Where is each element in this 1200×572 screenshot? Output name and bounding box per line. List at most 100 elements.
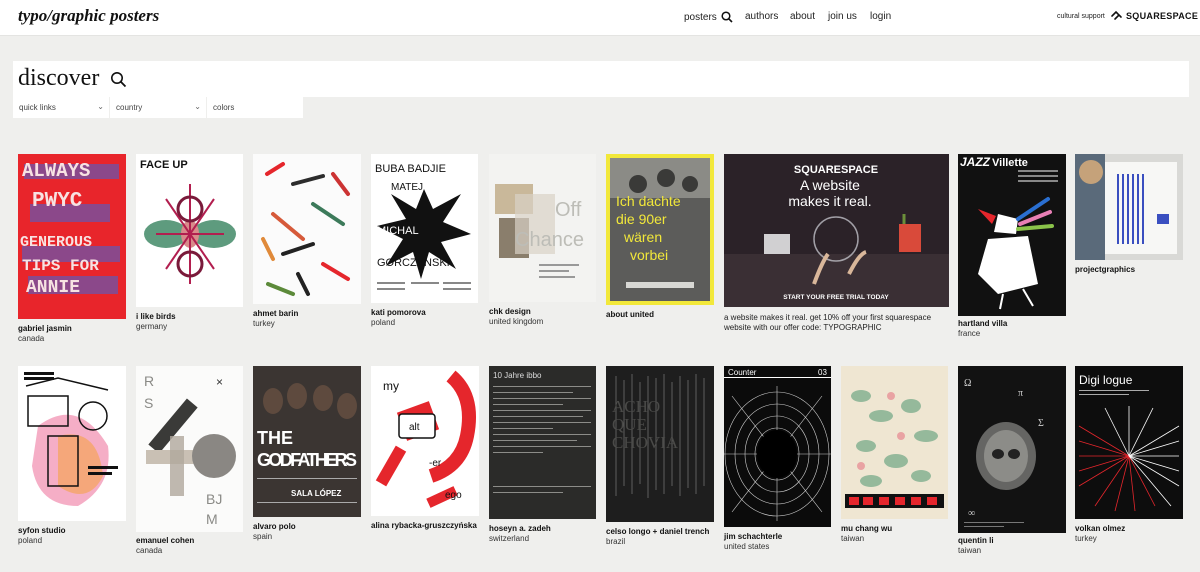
poster-author[interactable]: alina rybacka-gruszczyńska (371, 521, 477, 530)
poster-text: -er (429, 458, 442, 469)
poster-image[interactable] (841, 366, 948, 519)
nav-about[interactable]: about (790, 11, 815, 22)
poster-author[interactable]: i like birds (136, 312, 176, 321)
poster-text: CHOVIA (612, 433, 679, 452)
poster-author[interactable]: chk design (489, 307, 531, 316)
country-label: country (116, 103, 143, 112)
poster-image[interactable]: my alt -er ego (371, 366, 479, 516)
ad-brand: SQUARESPACE (794, 164, 878, 176)
poster-author[interactable]: volkan olmez (1075, 524, 1125, 533)
svg-text:Σ: Σ (1038, 418, 1044, 429)
poster-author[interactable]: ahmet barin (253, 309, 298, 318)
country-dropdown[interactable]: country ⌄ (110, 97, 206, 118)
ad-offer-text[interactable]: a website makes it real. get 10% off you… (724, 313, 954, 333)
poster-image[interactable]: R S BJ M × (136, 366, 243, 532)
poster-artwork: FACE UP (136, 154, 243, 307)
poster-image[interactable]: BUBA BADJIE MATEJ MICHAL GORCZYNSKI (371, 154, 478, 303)
poster-image[interactable] (18, 366, 126, 521)
poster-author[interactable]: kati pomorova (371, 308, 426, 317)
poster-artwork: Off Chance (489, 154, 596, 302)
poster-artwork: THE GODFATHERS SALA LÓPEZ (253, 366, 361, 517)
poster-text: Digi logue (1079, 373, 1133, 387)
nav-join-us[interactable]: join us (828, 11, 857, 22)
poster-author[interactable]: mu chang wu (841, 524, 892, 533)
poster-author[interactable]: about united (606, 310, 654, 319)
poster-country: france (958, 329, 981, 338)
poster-text: my (383, 379, 399, 393)
colors-dropdown[interactable]: colors (207, 97, 303, 118)
poster-author[interactable]: jim schachterle (724, 532, 782, 541)
poster-image[interactable]: Off Chance (489, 154, 596, 302)
poster-country: united kingdom (489, 317, 544, 326)
ad-cta: START YOUR FREE TRIAL TODAY (783, 294, 889, 301)
poster-author[interactable]: hartland villa (958, 319, 1007, 328)
poster-author[interactable]: projectgraphics (1075, 265, 1135, 274)
poster-author[interactable]: alvaro polo (253, 522, 296, 531)
poster-artwork (1075, 154, 1183, 260)
poster-text: SALA LÓPEZ (291, 489, 341, 498)
poster-image[interactable]: Digi logue (1075, 366, 1183, 519)
ad-artwork: SQUARESPACE A website makes it real. STA… (724, 154, 949, 307)
poster-image[interactable]: Ω Σπ ∞ (958, 366, 1066, 533)
nav-posters[interactable]: posters (684, 11, 733, 23)
poster-country: brazil (606, 537, 626, 546)
svg-text:Ω: Ω (964, 378, 971, 389)
poster-author[interactable]: hoseyn a. zadeh (489, 524, 551, 533)
poster-text: R (144, 373, 154, 389)
poster-image[interactable]: ACHO QUE CHOVIA (606, 366, 714, 522)
poster-artwork: 10 Jahre ibbo (489, 366, 596, 519)
poster-country: turkey (1075, 534, 1097, 543)
poster-artwork (841, 366, 948, 519)
poster-author[interactable]: quentin li (958, 536, 994, 545)
poster-artwork: Ω Σπ ∞ (958, 366, 1066, 533)
search-icon[interactable] (110, 71, 127, 88)
poster-image[interactable]: JAZZ Villette (958, 154, 1066, 316)
poster-text: GODFATHERS (257, 450, 357, 470)
poster-image[interactable]: Ich dachte die 90er wären vorbei (606, 154, 714, 305)
poster-text: wären (623, 229, 662, 245)
poster-author[interactable]: syfon studio (18, 526, 66, 535)
poster-image[interactable]: FACE UP (136, 154, 243, 307)
ad-headline: A website (800, 177, 860, 193)
squarespace-logo[interactable]: SQUARESPACE (1110, 10, 1198, 21)
poster-country: taiwan (958, 546, 982, 555)
poster-image[interactable]: ALWAYS PWYC GENEROUS TIPS FOR ANNIE (18, 154, 126, 319)
poster-text: Chance (515, 229, 584, 251)
squarespace-ad-image[interactable]: SQUARESPACE A website makes it real. STA… (724, 154, 949, 307)
poster-text: 03 (818, 368, 827, 377)
nav-posters-label: posters (684, 11, 717, 23)
poster-country: turkey (253, 319, 275, 328)
colors-label: colors (213, 103, 235, 112)
poster-artwork: Counter 03 (724, 366, 831, 527)
sponsor-name: SQUARESPACE (1126, 10, 1199, 21)
discover-search-bar[interactable]: discover (13, 61, 1189, 97)
poster-artwork (18, 366, 126, 521)
nav-authors[interactable]: authors (745, 11, 778, 22)
poster-country: switzerland (489, 534, 530, 543)
poster-artwork: ALWAYS PWYC GENEROUS TIPS FOR ANNIE (18, 154, 126, 319)
poster-country: canada (136, 546, 163, 555)
poster-country: poland (371, 318, 396, 327)
poster-image[interactable]: 10 Jahre ibbo (489, 366, 596, 519)
poster-image[interactable]: THE GODFATHERS SALA LÓPEZ (253, 366, 361, 517)
poster-image[interactable] (1075, 154, 1183, 260)
poster-country: spain (253, 532, 273, 541)
poster-image[interactable]: Counter 03 (724, 366, 831, 527)
poster-artwork: ACHO QUE CHOVIA (606, 366, 714, 522)
poster-text: GORCZYNSKI (377, 257, 450, 269)
poster-author[interactable]: celso longo + daniel trench (606, 527, 709, 536)
site-logo[interactable]: typo/graphic posters (18, 6, 159, 26)
poster-text: die 90er (616, 211, 667, 227)
chevron-down-icon: ⌄ (97, 102, 104, 111)
poster-text: Ich dachte (616, 193, 681, 209)
poster-text: ACHO (612, 397, 660, 416)
nav-login[interactable]: login (870, 11, 891, 22)
poster-author[interactable]: gabriel jasmin (18, 324, 72, 333)
poster-image[interactable] (253, 154, 361, 304)
quick-links-dropdown[interactable]: quick links ⌄ (13, 97, 109, 118)
squarespace-icon (1111, 10, 1122, 20)
poster-text: BUBA BADJIE (375, 163, 446, 175)
poster-text: PWYC (32, 190, 83, 213)
poster-text: MATEJ (391, 182, 423, 193)
poster-author[interactable]: emanuel cohen (136, 536, 194, 545)
